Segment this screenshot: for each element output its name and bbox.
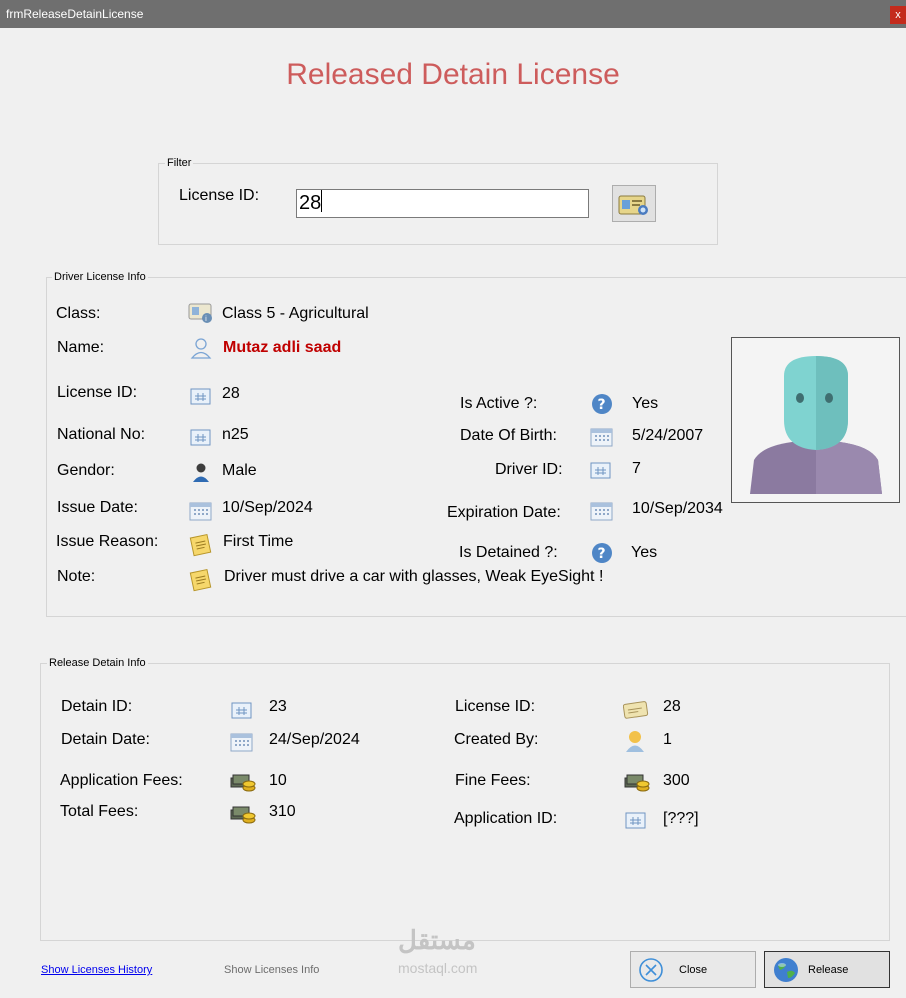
notepad-icon	[189, 533, 212, 557]
application-fees-label: Application Fees:	[60, 772, 183, 789]
driver-license-info-legend: Driver License Info	[52, 271, 148, 283]
fine-fees-value: 300	[663, 772, 690, 789]
license-id-value: 28	[222, 385, 240, 402]
application-id-label: Application ID:	[454, 810, 558, 827]
application-id-icon	[625, 812, 646, 829]
national-no-value: n25	[222, 426, 249, 443]
svg-text:?: ?	[598, 546, 606, 562]
license-card-small-icon	[623, 701, 649, 719]
note-label: Note:	[57, 568, 96, 585]
issue-date-label: Issue Date:	[57, 499, 138, 516]
name-label: Name:	[57, 339, 105, 356]
application-id-value: [???]	[663, 810, 699, 827]
class-value: Class 5 - Agricultural	[222, 305, 369, 322]
expiration-calendar-icon	[590, 502, 613, 521]
close-button-label: Close	[679, 964, 708, 976]
globe-icon	[774, 958, 798, 982]
user-icon	[626, 731, 644, 752]
note-value: Driver must drive a car with glasses, We…	[224, 568, 604, 585]
detain-date-label: Detain Date:	[61, 731, 150, 748]
total-fees-label: Total Fees:	[60, 803, 139, 820]
name-value: Mutaz adli saad	[223, 339, 342, 356]
is-active-value: Yes	[632, 395, 659, 412]
question-icon: ?	[592, 394, 612, 414]
find-license-button[interactable]	[612, 185, 656, 222]
male-person-icon	[193, 463, 209, 482]
detained-question-icon: ?	[592, 543, 612, 563]
gender-label: Gendor:	[57, 462, 115, 479]
detain-id-value: 23	[269, 698, 287, 715]
money-coins-icon	[230, 774, 256, 792]
detain-id-icon	[231, 702, 252, 719]
is-detained-label: Is Detained ?:	[459, 544, 558, 561]
application-fees-value: 10	[269, 772, 287, 789]
driver-id-value: 7	[632, 460, 641, 477]
issue-date-value: 10/Sep/2024	[222, 499, 313, 516]
window-title: frmReleaseDetainLicense	[6, 7, 144, 21]
expiration-date-label: Expiration Date:	[447, 504, 561, 521]
detain-date-value: 24/Sep/2024	[269, 731, 360, 748]
person-outline-icon	[190, 338, 212, 359]
license-card-icon: i	[188, 303, 212, 323]
fine-money-coins-icon	[624, 774, 650, 792]
dob-value: 5/24/2007	[632, 427, 704, 444]
gender-value: Male	[222, 462, 257, 479]
release-button-label: Release	[808, 964, 849, 976]
created-by-label: Created By:	[454, 731, 539, 748]
driver-id-label: Driver ID:	[495, 461, 563, 478]
release-detain-info-legend: Release Detain Info	[47, 657, 148, 669]
person-avatar-icon	[750, 356, 882, 494]
close-button[interactable]: Close	[630, 951, 756, 988]
fine-fees-label: Fine Fees:	[455, 772, 531, 789]
close-icon	[639, 958, 663, 982]
dob-calendar-icon	[590, 428, 613, 447]
filter-license-id-label: License ID:	[179, 187, 260, 204]
show-licenses-history-link[interactable]: Show Licenses History	[41, 964, 152, 976]
svg-text:i: i	[205, 315, 207, 323]
watermark-arabic: مستقل	[398, 925, 476, 955]
license-id-input-value: 28	[299, 192, 322, 214]
release-license-id-label: License ID:	[455, 698, 536, 715]
title-bar: frmReleaseDetainLicense x	[0, 0, 906, 28]
total-money-coins-icon	[230, 806, 256, 824]
issue-reason-label: Issue Reason:	[56, 533, 159, 550]
svg-text:?: ?	[598, 397, 606, 413]
expiration-date-value: 10/Sep/2034	[632, 500, 723, 517]
created-by-value: 1	[663, 731, 672, 748]
dob-label: Date Of Birth:	[460, 427, 557, 444]
page-title: Released Detain License	[286, 58, 620, 91]
release-license-id-value: 28	[663, 698, 681, 715]
id-grid-icon	[190, 388, 211, 405]
detain-date-calendar-icon	[230, 733, 253, 752]
total-fees-value: 310	[269, 803, 296, 820]
national-no-label: National No:	[57, 426, 146, 443]
show-licenses-info-link[interactable]: Show Licenses Info	[224, 964, 319, 976]
driver-id-icon	[590, 462, 611, 479]
note-icon	[189, 568, 212, 592]
license-search-icon	[618, 195, 648, 215]
detain-id-label: Detain ID:	[61, 698, 133, 715]
license-id-input[interactable]: 28	[296, 189, 589, 218]
filter-legend: Filter	[165, 157, 194, 169]
close-window-button[interactable]: x	[890, 6, 906, 24]
national-id-icon	[190, 429, 211, 446]
class-label: Class:	[56, 305, 101, 322]
issue-reason-value: First Time	[223, 533, 294, 550]
driver-photo	[731, 337, 900, 503]
watermark-latin: mostaql.com	[398, 960, 478, 976]
is-detained-value: Yes	[631, 544, 658, 561]
release-button[interactable]: Release	[764, 951, 890, 988]
license-id-label: License ID:	[57, 384, 138, 401]
is-active-label: Is Active ?:	[460, 395, 538, 412]
calendar-icon	[189, 502, 212, 521]
